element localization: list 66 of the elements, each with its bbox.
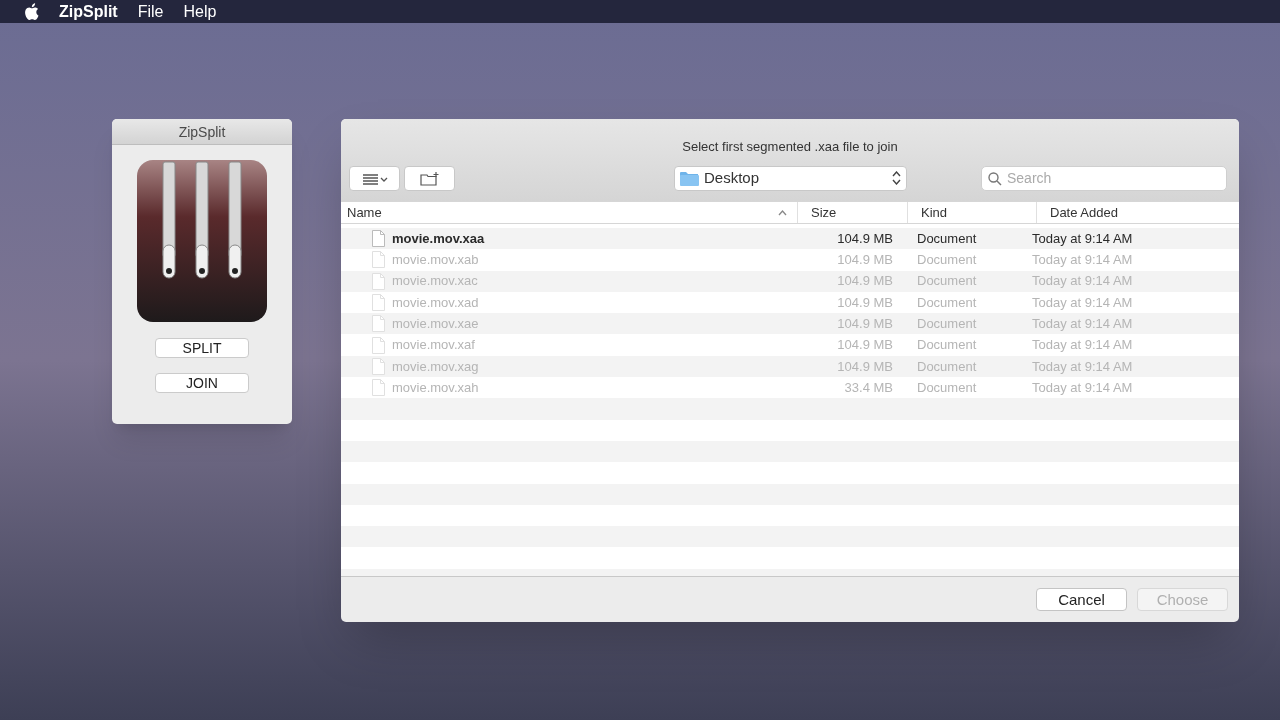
dialog-title: Select first segmented .xaa file to join xyxy=(681,138,899,156)
column-header[interactable]: Kind xyxy=(907,202,1036,223)
column-header[interactable]: Name xyxy=(341,202,797,223)
view-options-button[interactable] xyxy=(349,166,400,191)
search-field[interactable]: Search xyxy=(981,165,1227,191)
file-size: 104.9 MB xyxy=(836,251,893,270)
file-kind: Document xyxy=(916,229,978,248)
file-size: 104.9 MB xyxy=(836,357,893,376)
folder-plus-icon xyxy=(419,171,440,186)
file-date: Today at 9:14 AM xyxy=(1031,336,1133,355)
file-kind: Document xyxy=(916,378,978,397)
document-icon xyxy=(372,230,385,248)
dialog-button[interactable]: Cancel xyxy=(1036,588,1127,611)
zipper-icon xyxy=(137,160,267,325)
file-date: Today at 9:14 AM xyxy=(1031,229,1133,248)
file-kind: Document xyxy=(916,357,978,376)
file-size: 33.4 MB xyxy=(843,378,893,397)
file-name: movie.mov.xag xyxy=(392,357,479,376)
new-folder-button[interactable] xyxy=(404,166,455,191)
search-icon xyxy=(988,171,1002,186)
file-size: 104.9 MB xyxy=(836,293,893,312)
file-name: movie.mov.xah xyxy=(392,378,479,397)
menu-app-name[interactable]: ZipSplit xyxy=(59,0,118,24)
file-kind: Document xyxy=(916,272,978,291)
file-date: Today at 9:14 AM xyxy=(1031,251,1133,270)
column-header[interactable]: Size xyxy=(797,202,907,223)
document-icon xyxy=(372,294,385,312)
file-kind: Document xyxy=(916,293,978,312)
document-icon xyxy=(372,357,385,375)
document-icon xyxy=(372,272,385,290)
file-kind: Document xyxy=(916,251,978,270)
sort-caret-icon xyxy=(778,209,787,216)
file-size: 104.9 MB xyxy=(836,315,893,334)
list-icon xyxy=(361,172,388,185)
window-title: ZipSplit xyxy=(112,119,292,145)
file-name: movie.mov.xad xyxy=(392,293,479,312)
column-header[interactable]: Date Added xyxy=(1036,202,1239,223)
action-button[interactable]: SPLIT xyxy=(155,338,249,358)
location-popup[interactable]: Desktop xyxy=(674,165,907,191)
file-date: Today at 9:14 AM xyxy=(1031,293,1133,312)
file-name: movie.mov.xaf xyxy=(392,336,475,355)
menu-item[interactable]: Help xyxy=(183,0,217,24)
document-icon xyxy=(372,336,385,354)
document-icon xyxy=(372,251,385,269)
up-down-icon xyxy=(892,171,901,185)
file-name: movie.mov.xab xyxy=(392,251,479,270)
file-name: movie.mov.xac xyxy=(392,272,478,291)
folder-icon xyxy=(680,170,699,186)
file-row[interactable]: movie.mov.xaa 104.9 MB Document Today at 9:14 AM xyxy=(341,228,1239,250)
file-kind: Document xyxy=(916,315,978,334)
file-date: Today at 9:14 AM xyxy=(1031,357,1133,376)
file-date: Today at 9:14 AM xyxy=(1031,378,1133,397)
apple-icon[interactable] xyxy=(24,3,39,20)
file-size: 104.9 MB xyxy=(836,229,893,248)
file-name: movie.mov.xae xyxy=(392,315,479,334)
document-icon xyxy=(372,315,385,333)
file-name: movie.mov.xaa xyxy=(392,229,485,248)
file-date: Today at 9:14 AM xyxy=(1031,315,1133,334)
document-icon xyxy=(372,379,385,397)
file-size: 104.9 MB xyxy=(836,336,893,355)
file-size: 104.9 MB xyxy=(836,272,893,291)
action-button[interactable]: JOIN xyxy=(155,373,249,393)
menu-item[interactable]: File xyxy=(137,0,164,24)
location-label: Desktop xyxy=(704,167,761,188)
file-date: Today at 9:14 AM xyxy=(1031,272,1133,291)
file-kind: Document xyxy=(916,336,978,355)
